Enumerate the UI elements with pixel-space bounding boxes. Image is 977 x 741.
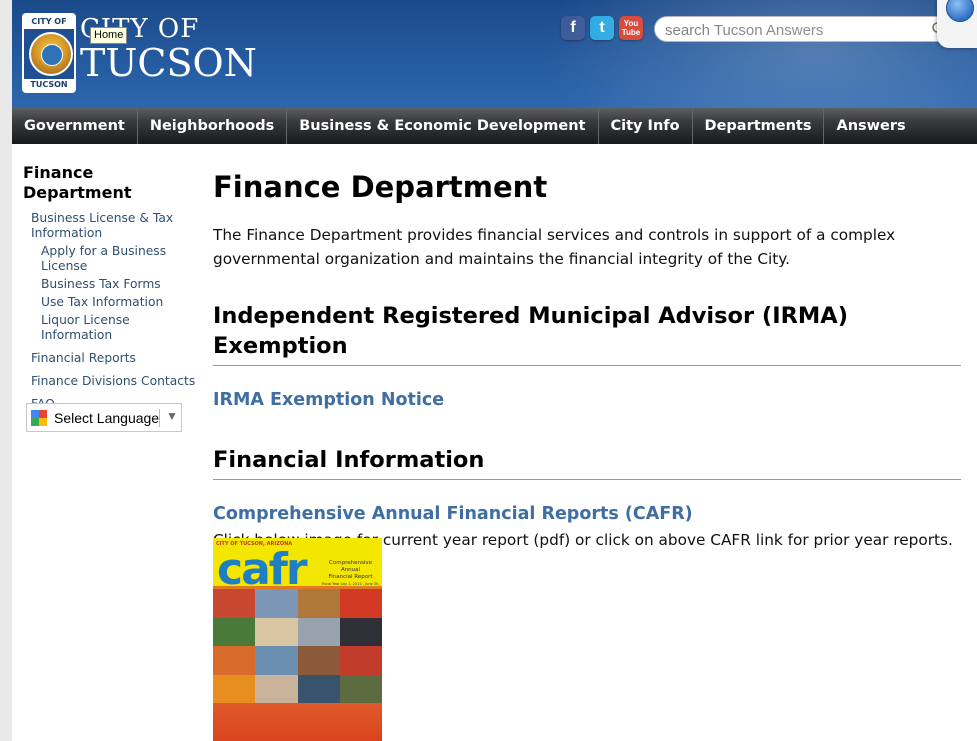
sidebar: Finance Department Business License & Ta… [23,163,198,412]
seal-emblem-icon [29,32,73,76]
section-divider [213,479,961,480]
youtube-icon[interactable]: You Tube [619,16,643,40]
extension-icon [946,0,974,22]
cafr-link[interactable]: Comprehensive Annual Financial Reports (… [213,504,693,524]
wordmark-tucson: TUCSON [80,41,257,85]
city-wordmark[interactable]: CITY OF TUCSON [80,16,257,82]
main-content: Finance Department The Finance Departmen… [213,168,963,550]
sidebar-item-division-contacts[interactable]: Finance Divisions Contacts [31,374,198,389]
social-links: f t You Tube [561,16,643,40]
cafr-cover-image[interactable]: CITY OF TUCSON, ARIZONA cafr Comprehensi… [213,538,382,741]
google-translate-icon [31,410,47,426]
window-left-edge [0,0,12,741]
language-select-label: Select Language [54,410,160,426]
twitter-icon[interactable]: t [590,16,614,40]
main-navigation: Government Neighborhoods Business & Econ… [12,108,977,144]
sidebar-item-use-tax[interactable]: Use Tax Information [41,295,198,310]
city-seal-logo[interactable]: CITY OF TUCSON [22,13,76,93]
language-select[interactable]: Select Language ▼ [26,403,182,432]
cover-photo-collage [213,589,382,703]
seal-top-text: CITY OF [24,15,74,29]
sidebar-title[interactable]: Finance Department [23,163,198,203]
home-tooltip: Home [90,27,128,44]
search-input[interactable] [663,20,927,40]
nav-item-departments[interactable]: Departments [693,108,825,144]
sidebar-item-liquor-license[interactable]: Liquor License Information [41,313,198,343]
page: CITY OF TUCSON CITY OF TUCSON Home f t Y… [0,0,977,741]
site-header: CITY OF TUCSON CITY OF TUCSON Home f t Y… [12,0,977,108]
nav-item-city-info[interactable]: City Info [599,108,693,144]
nav-item-government[interactable]: Government [12,108,138,144]
section-divider [213,365,961,366]
nav-item-neighborhoods[interactable]: Neighborhoods [138,108,288,144]
sidebar-item-apply-license[interactable]: Apply for a Business License [41,244,198,274]
language-select-divider [159,409,160,427]
chevron-down-icon: ▼ [166,409,178,423]
irma-heading: Independent Registered Municipal Advisor… [213,303,848,359]
sidebar-item-financial-reports[interactable]: Financial Reports [31,351,198,366]
cover-subtitle-line1: Comprehensive Annual [329,560,372,573]
nav-item-business[interactable]: Business & Economic Development [287,108,599,144]
intro-paragraph: The Finance Department provides financia… [213,226,896,268]
financial-info-heading: Financial Information [213,447,485,473]
sidebar-item-tax-forms[interactable]: Business Tax Forms [41,277,198,292]
page-title: Finance Department [213,170,548,204]
search-box [654,16,954,42]
sidebar-item-business-license[interactable]: Business License & Tax Information [31,211,198,241]
facebook-icon[interactable]: f [561,16,585,40]
seal-bottom-text: TUCSON [24,79,74,91]
cover-subtitle-line2: Financial Report [328,574,373,580]
cover-footer-band [213,703,382,741]
irma-exemption-link[interactable]: IRMA Exemption Notice [213,390,444,410]
nav-item-answers[interactable]: Answers [824,108,917,144]
browser-extension-badge[interactable] [937,0,977,48]
